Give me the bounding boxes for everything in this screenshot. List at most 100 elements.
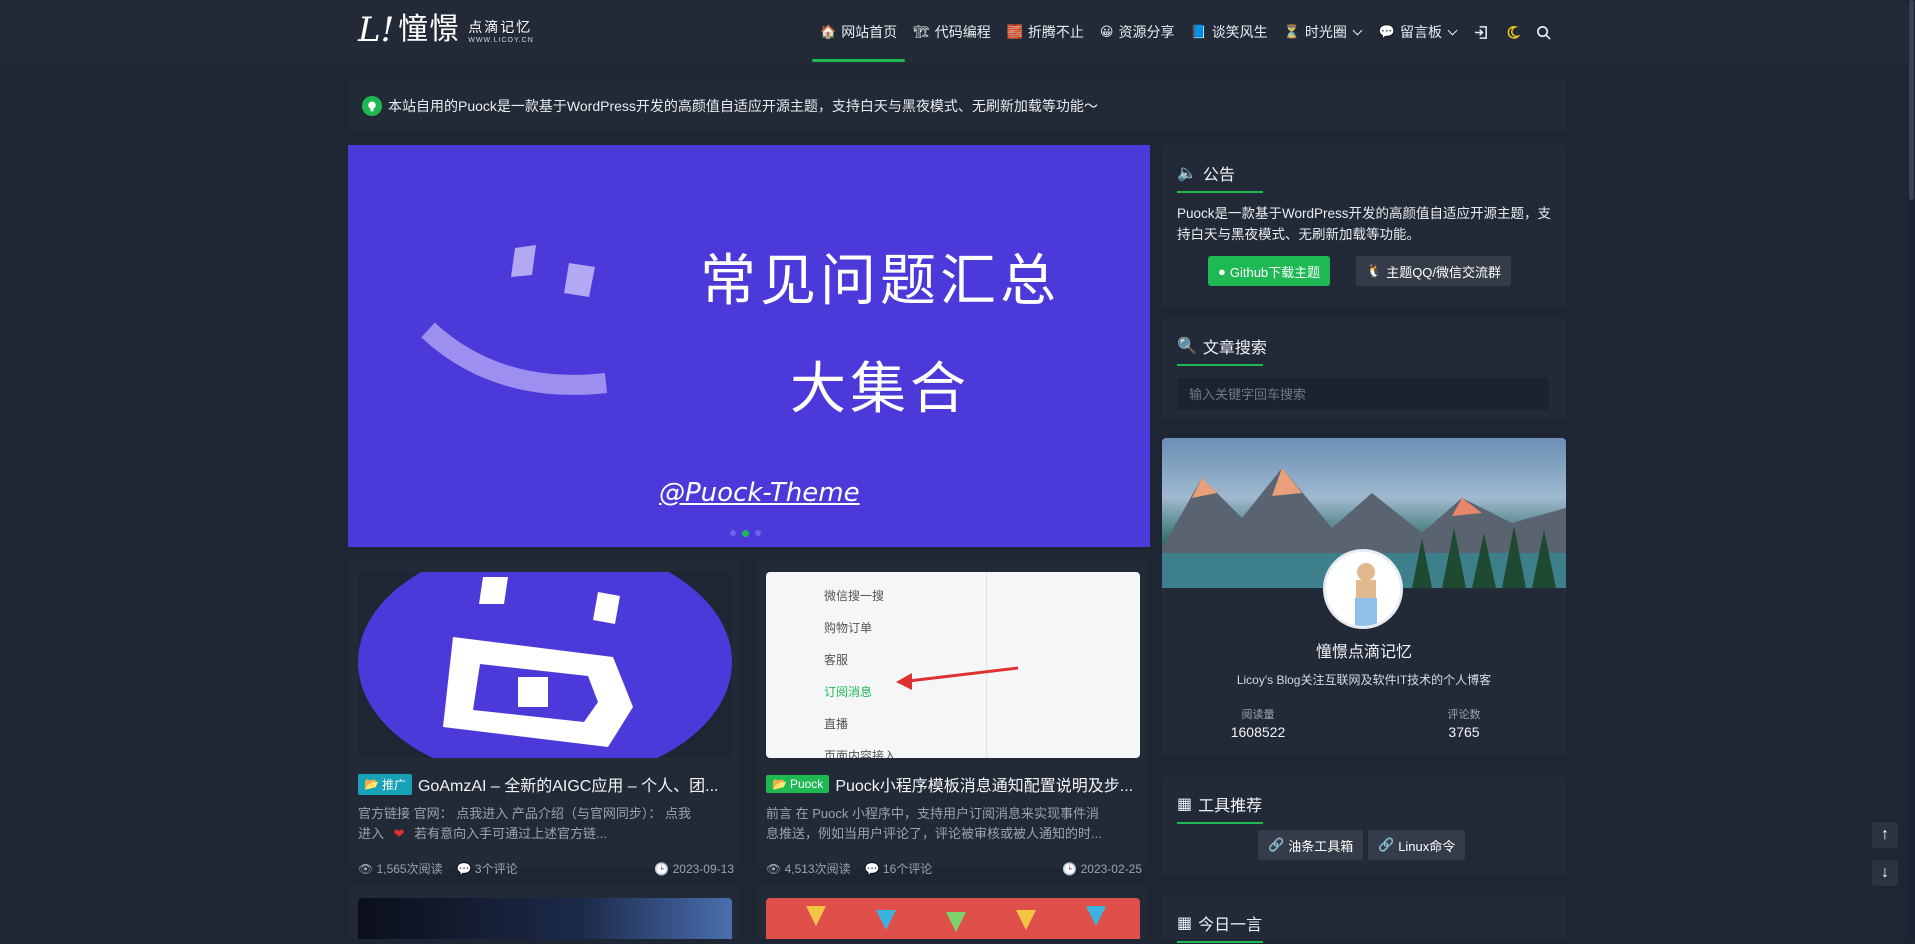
post-thumbnail[interactable] xyxy=(358,898,732,939)
date-text: 2023-09-13 xyxy=(672,861,734,876)
category-tag[interactable]: 📂 推广 xyxy=(358,773,412,795)
widget-icon: ▦ xyxy=(1177,915,1193,932)
comments-text: 16个评论 xyxy=(882,862,933,876)
post-title[interactable]: 📂 推广 GoAmzAI – 全新的AIGC应用 – 个人、团... xyxy=(358,772,734,796)
arrow-down-icon: ↓ xyxy=(1881,864,1889,881)
reads-value: 1608522 xyxy=(1230,724,1286,740)
carousel-dot-active[interactable] xyxy=(742,530,749,537)
carousel-dot[interactable] xyxy=(730,530,736,536)
nav-item-guestbook[interactable]: 💬 留言板 xyxy=(1371,0,1466,64)
announcement-widget: 🔈 公告 Puock是一款基于WordPress开发的高颜值自适应开源主题，支持… xyxy=(1162,145,1566,307)
theme-toggle[interactable] xyxy=(1497,0,1528,64)
reads-label: 阅读量 xyxy=(1241,709,1275,721)
nav-label: 时光圈 xyxy=(1304,24,1347,40)
post-thumbnail[interactable] xyxy=(358,572,732,758)
carousel-title-line2: 大集合 xyxy=(790,357,970,420)
tool-link[interactable]: 🔗 Linux命令 xyxy=(1368,830,1466,860)
widget-title-text: 公告 xyxy=(1202,167,1235,184)
logo-subtitle: 点滴记忆 WWW.LICOY.CN xyxy=(468,17,534,44)
logo-sub-cn: 点滴记忆 xyxy=(468,18,533,35)
excerpt-line: 官方链接 官网： 点我进入 产品介绍（与官网同步）： 点我 xyxy=(358,806,691,821)
carousel-dot[interactable] xyxy=(755,530,761,536)
tag-label: 推广 xyxy=(381,777,406,792)
nav-label: 代码编程 xyxy=(934,24,991,40)
logo-title: 憧憬 xyxy=(398,12,461,47)
category-tag[interactable]: 📂 Puock xyxy=(766,775,830,793)
widget-title: 🔍 文章搜索 xyxy=(1177,334,1267,366)
page-scrollbar[interactable] xyxy=(1908,0,1915,939)
link-icon: 🔗 xyxy=(1268,837,1285,852)
scroll-top-button[interactable]: ↑ xyxy=(1872,822,1898,848)
post-card[interactable] xyxy=(756,886,1148,939)
github-download-button[interactable]: ● Github下载主题 xyxy=(1208,256,1331,286)
nav-item-coding[interactable]: 🏗 代码编程 xyxy=(905,0,999,64)
views-count: 👁 4,513次阅读 xyxy=(766,860,851,877)
bunting-decoration xyxy=(806,906,1106,932)
excerpt-line: 进入 ❤ 若有意向入手可通过上述官方链... xyxy=(358,824,734,844)
tools-widget: ▦ 工具推荐 🔗 油条工具箱 🔗 Linux命令 xyxy=(1162,776,1566,876)
post-title[interactable]: 📂 Puock Puock小程序模板消息通知配置说明及步... xyxy=(766,772,1142,796)
folder-icon: 📂 xyxy=(772,777,787,791)
post-card[interactable]: 微信搜一搜 购物订单 客服 订阅消息 直播 页面内容接入 📂 Puock Puo… xyxy=(756,560,1148,876)
widget-title-text: 今日一言 xyxy=(1198,917,1263,934)
nav-item-moments[interactable]: ⏳ 时光圈 xyxy=(1276,0,1371,64)
widget-title-text: 工具推荐 xyxy=(1198,798,1263,815)
avatar-figure xyxy=(1355,563,1377,626)
post-meta: 👁 1,565次阅读 💬 3个评论 🕒 2023-09-13 xyxy=(358,860,734,877)
hourglass-icon: ⏳ xyxy=(1283,24,1300,39)
nav-label: 留言板 xyxy=(1400,24,1443,40)
widget-title: ▦ 今日一言 xyxy=(1177,911,1264,943)
widget-title-text: 文章搜索 xyxy=(1202,340,1267,357)
notice-bar: 本站自用的Puock是一款基于WordPress开发的高颜值自适应开源主题，支持… xyxy=(348,79,1566,132)
nav-item-chat[interactable]: 📘 谈笑风生 xyxy=(1182,0,1275,64)
post-excerpt: 前言 在 Puock 小程序中，支持用户订阅消息来实现事件消 息推送，例如当用户… xyxy=(766,804,1142,844)
search-button[interactable] xyxy=(1528,0,1559,64)
button-label: 主题QQ/微信交流群 xyxy=(1386,264,1502,280)
post-title-text[interactable]: Puock小程序模板消息通知配置说明及步... xyxy=(835,772,1133,796)
views-text: 1,565次阅读 xyxy=(376,862,443,876)
nav-item-home[interactable]: 🏠 网站首页 xyxy=(812,0,906,64)
logo-mark: L! xyxy=(358,10,395,50)
nav-item-resources[interactable]: 😀 资源分享 xyxy=(1092,0,1183,64)
comment-icon: 💬 xyxy=(864,862,880,876)
notice-text[interactable]: 本站自用的Puock是一款基于WordPress开发的高颜值自适应开源主题，支持… xyxy=(388,96,1098,116)
red-arrow-icon xyxy=(896,666,1019,690)
tool-link[interactable]: 🔗 油条工具箱 xyxy=(1258,830,1364,860)
chevron-down-icon xyxy=(1352,25,1363,36)
profile-widget: 憧憬点滴记忆 Licoy's Blog关注互联网及软件IT技术的个人博客 阅读量… xyxy=(1162,438,1566,756)
scroll-bottom-button[interactable]: ↓ xyxy=(1872,860,1898,886)
comments-value: 3765 xyxy=(1448,724,1480,740)
post-card[interactable] xyxy=(348,886,740,939)
avatar[interactable] xyxy=(1323,549,1403,629)
nav-item-tinkering[interactable]: 🧱 折腾不止 xyxy=(999,0,1092,64)
daily-quote-widget: ▦ 今日一言 xyxy=(1162,895,1566,943)
scrollbar-thumb[interactable] xyxy=(1909,0,1914,200)
site-logo[interactable]: L! 憧憬 点滴记忆 WWW.LICOY.CN xyxy=(358,12,534,48)
widget-title: ▦ 工具推荐 xyxy=(1177,792,1264,824)
tool-label: Linux命令 xyxy=(1398,838,1456,854)
post-title-text[interactable]: GoAmzAI – 全新的AIGC应用 – 个人、团... xyxy=(418,772,719,796)
login-button[interactable] xyxy=(1466,0,1497,64)
nav-label: 谈笑风生 xyxy=(1211,24,1268,40)
home-icon: 🏠 xyxy=(820,24,837,39)
folder-icon: 📂 xyxy=(364,777,379,791)
comment-icon: 💬 xyxy=(456,862,472,876)
qq-group-button[interactable]: 🐧 主题QQ/微信交流群 xyxy=(1356,256,1512,286)
comments-count[interactable]: 💬 3个评论 xyxy=(457,860,518,877)
comment-icon: 💬 xyxy=(1378,24,1396,39)
post-card[interactable]: 📂 推广 GoAmzAI – 全新的AIGC应用 – 个人、团... 官方链接 … xyxy=(348,560,740,876)
comments-count[interactable]: 💬 16个评论 xyxy=(865,860,933,877)
post-thumbnail[interactable]: 微信搜一搜 购物订单 客服 订阅消息 直播 页面内容接入 xyxy=(766,572,1140,758)
bricks-icon: 🧱 xyxy=(1006,24,1023,39)
post-excerpt: 官方链接 官网： 点我进入 产品介绍（与官网同步）： 点我 进入 ❤ 若有意向入… xyxy=(358,804,734,844)
excerpt-text: 若有意向入手可通过上述官方链... xyxy=(414,826,608,841)
volume-icon: 🔈 xyxy=(1177,165,1197,182)
post-thumbnail[interactable] xyxy=(766,898,1140,939)
logo-sub-en: WWW.LICOY.CN xyxy=(468,36,534,44)
article-search-input[interactable] xyxy=(1177,378,1549,410)
views-text: 4,513次阅读 xyxy=(784,862,851,876)
excerpt-text: 进入 xyxy=(358,826,385,841)
chevron-down-icon xyxy=(1447,25,1458,36)
search-icon: 🔍 xyxy=(1177,338,1197,355)
login-icon xyxy=(1474,25,1487,39)
